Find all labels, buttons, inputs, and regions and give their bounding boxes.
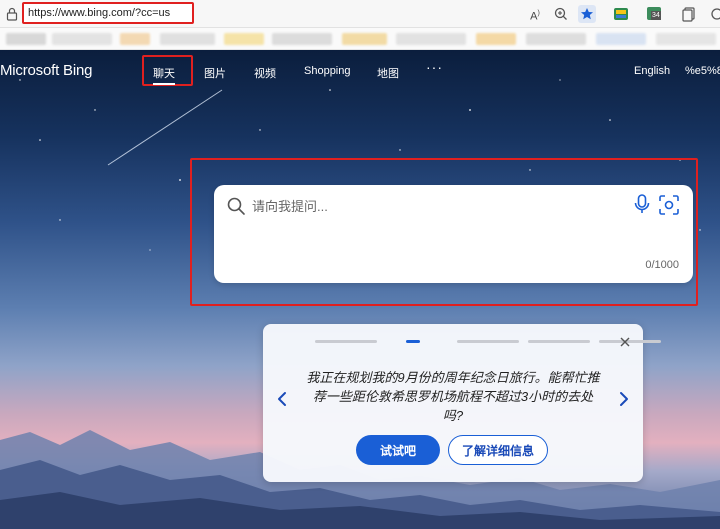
favorite-item[interactable]	[272, 33, 332, 45]
favorite-item[interactable]	[160, 33, 215, 45]
carousel-dot[interactable]	[528, 340, 590, 343]
nav-images[interactable]: 图片	[204, 65, 226, 81]
url-text: https://www.bing.com/?cc=us	[28, 7, 171, 19]
read-aloud-icon[interactable]: A)	[526, 5, 544, 23]
extension-icon[interactable]	[612, 5, 630, 23]
bing-home-page: Microsoft Bing 聊天 图片 视频 Shopping 地图 ··· …	[0, 50, 720, 529]
try-it-button[interactable]: 试试吧	[356, 435, 440, 465]
nav-videos[interactable]: 视频	[254, 65, 276, 81]
suggestion-card: 我正在规划我的9月份的周年纪念日旅行。能帮忙推荐一些距伦敦希思罗机场航程不超过3…	[263, 324, 661, 482]
more-icon[interactable]	[708, 5, 720, 23]
chevron-right-icon[interactable]	[617, 390, 631, 408]
char-count: 0/1000	[645, 259, 679, 271]
user-account[interactable]: %e5%8	[685, 65, 720, 77]
favorite-item[interactable]	[656, 33, 716, 45]
search-box[interactable]: 0/1000	[214, 185, 693, 283]
badge-count: 34	[651, 11, 661, 20]
favorite-item[interactable]	[476, 33, 516, 45]
bing-logo[interactable]: Microsoft Bing	[0, 62, 92, 79]
favorite-item[interactable]	[526, 33, 586, 45]
suggestion-text: 我正在规划我的9月份的周年纪念日旅行。能帮忙推荐一些距伦敦希思罗机场航程不超过3…	[306, 370, 600, 423]
chevron-left-icon[interactable]	[275, 390, 289, 408]
microphone-icon[interactable]	[632, 193, 652, 215]
favorites-bar	[0, 28, 720, 50]
favorite-star-icon[interactable]	[578, 5, 596, 23]
url-field[interactable]: https://www.bing.com/?cc=us	[22, 2, 194, 24]
nav-chat[interactable]: 聊天	[153, 65, 175, 85]
badge-extension-icon[interactable]: 34	[646, 5, 664, 23]
zoom-icon[interactable]	[552, 5, 570, 23]
close-icon[interactable]	[619, 336, 631, 348]
favorite-item[interactable]	[596, 33, 646, 45]
favorite-item[interactable]	[396, 33, 466, 45]
learn-more-button[interactable]: 了解详细信息	[448, 435, 548, 465]
visual-search-icon[interactable]	[658, 194, 680, 216]
search-input[interactable]	[252, 195, 612, 217]
favorite-item[interactable]	[342, 33, 387, 45]
nav-maps[interactable]: 地图	[377, 65, 399, 81]
favorite-item[interactable]	[52, 33, 112, 45]
carousel-dot[interactable]	[406, 340, 420, 343]
search-icon	[227, 197, 245, 215]
carousel-dot[interactable]	[315, 340, 377, 343]
language-switch[interactable]: English	[634, 65, 670, 77]
nav-more[interactable]: ···	[426, 59, 443, 75]
lock-icon[interactable]	[6, 7, 18, 21]
browser-address-bar: https://www.bing.com/?cc=us A) 34	[0, 0, 720, 28]
favorite-item[interactable]	[6, 33, 46, 45]
favorite-item[interactable]	[224, 33, 264, 45]
carousel-dot[interactable]	[457, 340, 519, 343]
favorite-item[interactable]	[120, 33, 150, 45]
copy-icon[interactable]	[680, 5, 698, 23]
nav-shopping[interactable]: Shopping	[304, 65, 351, 77]
